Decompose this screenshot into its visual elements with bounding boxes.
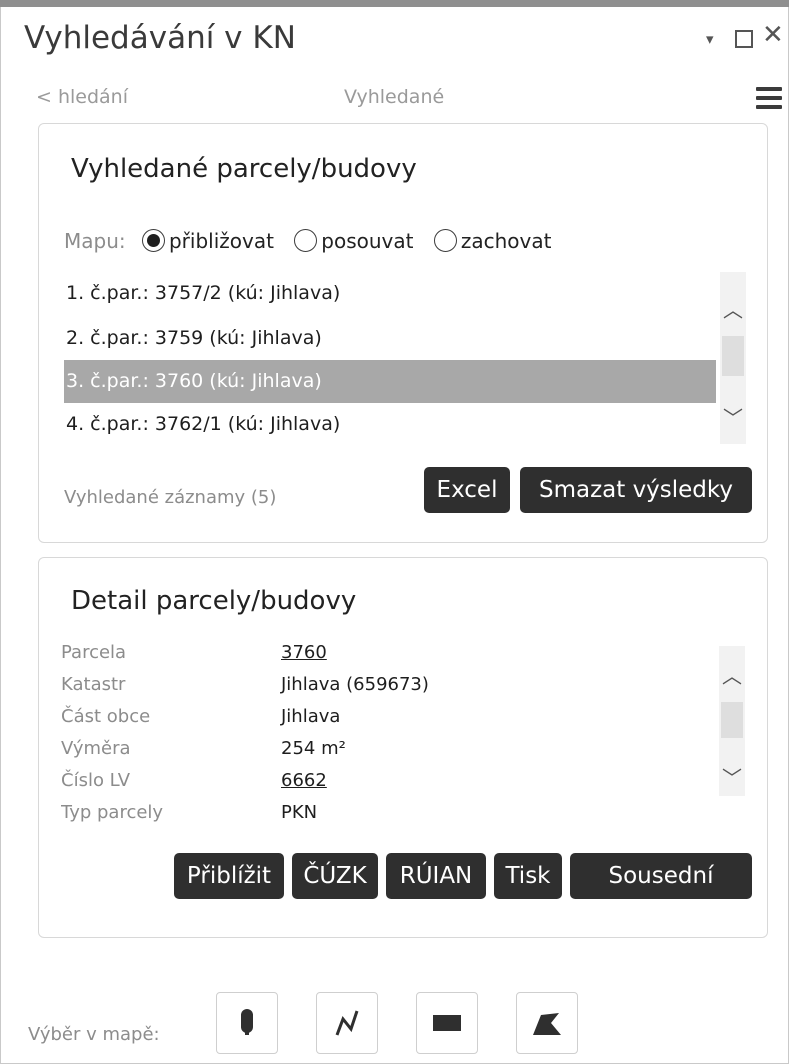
results-panel-title: Vyhledané parcely/budovy — [71, 154, 417, 184]
detail-label: Číslo LV — [61, 770, 131, 791]
detail-label: Typ parcely — [61, 802, 164, 823]
detail-value: 254 m² — [281, 738, 346, 759]
polygon-tool-button[interactable] — [516, 992, 578, 1054]
results-scrollbar[interactable]: ︿ ﹀ — [720, 272, 746, 444]
detail-panel: Detail parcely/budovy Parcela 3760 Katas… — [38, 557, 768, 938]
detail-label: Část obce — [61, 706, 151, 727]
point-tool-button[interactable] — [216, 992, 278, 1054]
maximize-icon[interactable] — [735, 30, 753, 48]
breadcrumb-current: Vyhledané — [344, 86, 445, 108]
list-item[interactable]: 2. č.par.: 3759 (kú: Jihlava) — [64, 317, 716, 360]
detail-scrollbar[interactable]: ︿ ﹀ — [719, 646, 745, 796]
clear-results-button[interactable]: Smazat výsledky — [520, 467, 752, 513]
map-mode-zoom-option[interactable]: přibližovat — [141, 229, 274, 253]
table-row: Typ parcely PKN — [61, 798, 745, 828]
lv-number-link[interactable]: 6662 — [281, 766, 327, 796]
polyline-tool-button[interactable] — [316, 992, 378, 1054]
detail-label: Výměra — [61, 738, 131, 759]
map-mode-keep-option[interactable]: zachovat — [433, 229, 551, 253]
point-tool-icon — [241, 1009, 253, 1035]
detail-panel-title: Detail parcely/budovy — [71, 586, 357, 616]
detail-label: Katastr — [61, 674, 126, 695]
map-selection-label: Výběr v mapě: — [28, 1024, 160, 1045]
excel-button[interactable]: Excel — [424, 467, 510, 513]
polyline-tool-icon — [335, 1010, 359, 1036]
rectangle-tool-icon — [433, 1015, 461, 1031]
table-row: Číslo LV 6662 — [61, 766, 745, 796]
scroll-down-icon[interactable]: ﹀ — [723, 402, 743, 431]
polygon-tool-icon — [533, 1013, 561, 1035]
detail-value: PKN — [281, 802, 318, 823]
table-row: Katastr Jihlava (659673) — [61, 670, 745, 700]
result-count: Vyhledané záznamy (5) — [64, 487, 277, 508]
window-top-border — [0, 0, 789, 7]
table-row: Výměra 254 m² — [61, 734, 745, 764]
neighbors-button[interactable]: Sousední — [570, 853, 752, 899]
list-item[interactable]: 1. č.par.: 3757/2 (kú: Jihlava) — [64, 272, 716, 315]
scrollbar-thumb[interactable] — [721, 702, 743, 738]
print-button[interactable]: Tisk — [494, 853, 562, 899]
detail-value: Jihlava — [281, 706, 341, 727]
hamburger-menu-icon[interactable] — [756, 87, 782, 109]
map-mode-pan-option[interactable]: posouvat — [294, 229, 414, 253]
parcel-number-link[interactable]: 3760 — [281, 638, 327, 668]
radio-selected-icon[interactable] — [141, 229, 165, 252]
back-to-search-link[interactable]: < hledání — [36, 86, 128, 108]
list-item-selected[interactable]: 3. č.par.: 3760 (kú: Jihlava) — [64, 360, 716, 403]
map-mode-group: Mapu: přibližovat posouvat zachovat — [64, 229, 565, 253]
scroll-up-icon[interactable]: ︿ — [723, 294, 743, 323]
rectangle-tool-button[interactable] — [416, 992, 478, 1054]
cuzk-button[interactable]: ČÚZK — [292, 853, 378, 899]
results-list: 1. č.par.: 3757/2 (kú: Jihlava) 2. č.par… — [64, 272, 746, 444]
minimize-icon[interactable]: ▾ — [706, 30, 714, 48]
map-mode-label: Mapu: — [64, 229, 126, 253]
scrollbar-thumb[interactable] — [722, 336, 744, 376]
detail-label: Parcela — [61, 642, 127, 663]
radio-unselected-icon[interactable] — [433, 229, 457, 252]
table-row: Parcela 3760 — [61, 638, 745, 668]
detail-value: Jihlava (659673) — [281, 674, 429, 695]
window-title: Vyhledávání v KN — [24, 20, 296, 56]
results-panel: Vyhledané parcely/budovy Mapu: přibližov… — [38, 123, 768, 543]
radio-unselected-icon[interactable] — [294, 229, 318, 252]
detail-table: Parcela 3760 Katastr Jihlava (659673) Čá… — [61, 638, 745, 840]
scroll-up-icon[interactable]: ︿ — [722, 660, 742, 689]
ruian-button[interactable]: RÚIAN — [386, 853, 486, 899]
scroll-down-icon[interactable]: ﹀ — [722, 762, 742, 791]
zoom-to-button[interactable]: Přiblížit — [174, 853, 284, 899]
table-row: Část obce Jihlava — [61, 702, 745, 732]
close-icon[interactable]: ✕ — [762, 20, 784, 50]
list-item[interactable]: 4. č.par.: 3762/1 (kú: Jihlava) — [64, 403, 716, 444]
